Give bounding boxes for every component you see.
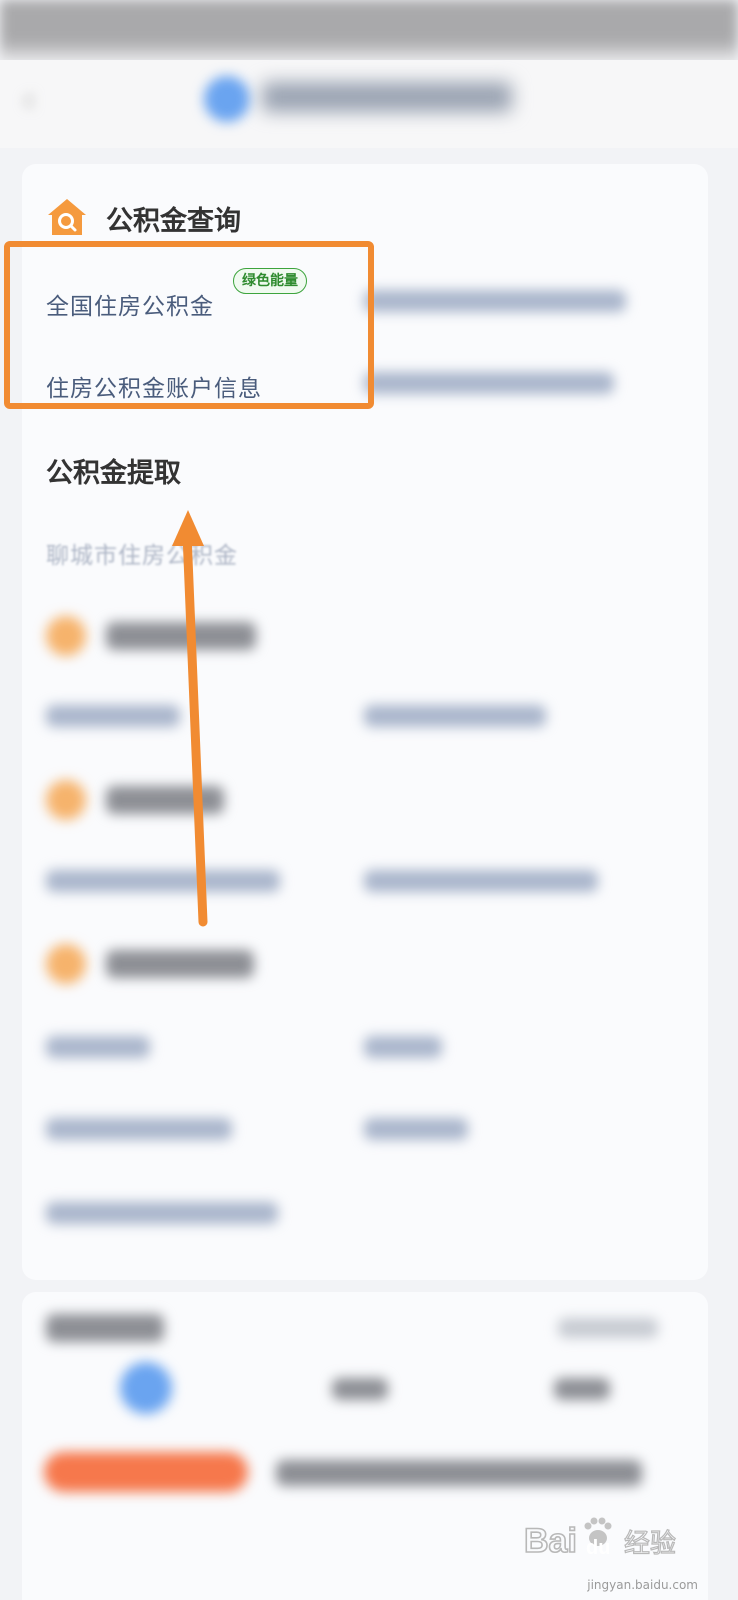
blurred-link[interactable] [46,1202,278,1224]
blurred-banner-text [276,1460,642,1486]
highlight-box [4,241,374,409]
section-title-withdraw: 公积金提取 [46,458,181,489]
blurred-action-button[interactable] [44,1452,248,1492]
baidu-watermark-logo: Bai du 经验 [524,1517,677,1561]
blurred-more-link[interactable] [558,1318,658,1338]
section-icon [46,780,86,820]
blurred-section-title [106,950,254,978]
up-arrow-annotation [172,510,208,927]
blurred-tab[interactable] [554,1378,610,1400]
watermark-url: jingyan.baidu.com [587,1578,698,1592]
house-search-icon [48,199,86,235]
nav-title [262,82,512,112]
section-title-query: 公积金查询 [106,206,241,237]
blurred-link[interactable] [364,1036,442,1058]
blurred-link[interactable] [46,870,280,892]
nav-bar: ‹ [0,60,738,148]
blurred-link[interactable] [46,1118,232,1140]
section-icon [46,616,86,656]
back-arrow-icon[interactable]: ‹ [22,80,62,120]
blurred-link[interactable] [364,290,626,312]
section-icon [46,944,86,984]
blurred-link[interactable] [364,1118,468,1140]
service-logo-icon [204,76,250,122]
blurred-tab[interactable] [332,1378,388,1400]
tab-icon[interactable] [120,1362,172,1414]
blurred-link[interactable] [46,1036,150,1058]
status-bar [0,0,738,62]
blurred-link[interactable] [364,705,546,727]
blurred-link[interactable] [364,870,598,892]
watermark-suffix: 经验 [624,1529,676,1559]
watermark-brand: Bai [524,1522,577,1560]
blurred-link[interactable] [364,372,614,394]
watermark-paw-text: du [586,1537,610,1559]
blurred-panel-title [46,1314,164,1342]
blurred-link[interactable] [46,705,180,727]
